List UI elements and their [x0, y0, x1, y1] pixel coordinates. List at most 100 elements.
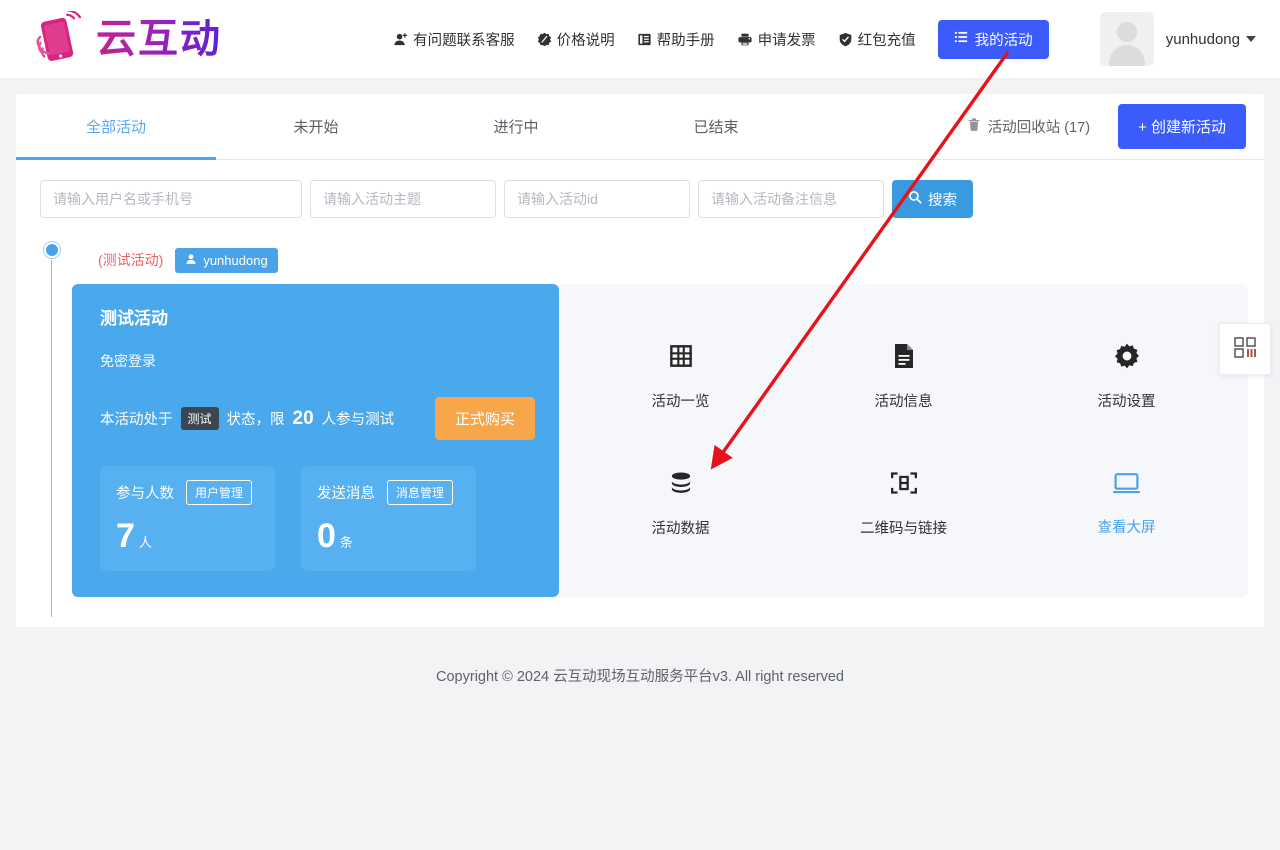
document-icon — [892, 343, 916, 374]
activity-body: 测试活动 免密登录 本活动处于 测试 状态，限 20 人参与测试 正式购买 参与… — [72, 284, 1248, 597]
limit-count: 20 — [292, 407, 314, 429]
stat-number: 0 — [317, 517, 336, 555]
owner-badge[interactable]: yunhudong — [175, 247, 278, 273]
action-label: 二维码与链接 — [860, 520, 947, 537]
action-activity-settings[interactable]: 活动设置 — [1098, 343, 1156, 411]
status-mid: 状态，限 — [226, 412, 285, 428]
activity-subtitle: 免密登录 — [100, 353, 156, 369]
search-row: 搜索 — [16, 160, 1264, 232]
stat-unit: 条 — [339, 535, 353, 550]
activity-status-row: 本活动处于 测试 状态，限 20 人参与测试 正式购买 — [100, 397, 535, 440]
nav-item-apply-invoice[interactable]: 申请发票 — [737, 29, 816, 50]
user-management-button[interactable]: 用户管理 — [186, 480, 253, 505]
tabs-row: 全部活动 未开始 进行中 已结束 活动回收站 (17) + 创建新活动 — [16, 94, 1264, 160]
activity-panel: 全部活动 未开始 进行中 已结束 活动回收站 (17) + 创建新活动 请输入用… — [16, 94, 1264, 627]
brand-logo[interactable]: 云互动 — [28, 9, 328, 67]
recycle-bin-link[interactable]: 活动回收站 (17) — [967, 116, 1090, 137]
my-activity-button[interactable]: 我的活动 — [937, 19, 1049, 59]
gear-icon — [1114, 343, 1140, 374]
search-button[interactable]: 搜索 — [892, 180, 973, 218]
printer-icon — [737, 32, 753, 47]
price-tag-icon — [537, 32, 552, 47]
avatar-head — [1116, 22, 1137, 42]
activity-header: (测试活动) yunhudong — [40, 242, 1248, 278]
action-label: 查看大屏 — [1097, 519, 1156, 536]
action-activity-info[interactable]: 活动信息 — [875, 343, 933, 411]
status-suffix: 人参与测试 — [321, 412, 395, 428]
nav-item-redpacket-recharge[interactable]: 红包充值 — [838, 29, 916, 50]
activity-stats: 参与人数 用户管理 7 人 发送消息 消息管理 0 条 — [100, 466, 535, 571]
copyright-text: Copyright © 2024 云互动现场互动服务平台v3. All righ… — [436, 669, 844, 685]
tab-label: 进行中 — [493, 119, 539, 136]
activity-actions: 活动一览 活动信息 活动设置 活动数据 二维码与链接 查看大屏 — [559, 284, 1248, 597]
search-button-label: 搜索 — [928, 192, 957, 209]
search-icon — [908, 190, 922, 208]
qr-scan-icon — [890, 470, 918, 501]
footer: Copyright © 2024 云互动现场互动服务平台v3. All righ… — [16, 627, 1264, 686]
user-icon — [185, 253, 197, 268]
nav-label: 帮助手册 — [656, 32, 715, 49]
buy-button[interactable]: 正式购买 — [434, 397, 535, 440]
stat-top: 发送消息 消息管理 — [317, 480, 460, 505]
stat-top: 参与人数 用户管理 — [116, 480, 259, 505]
action-label: 活动数据 — [651, 520, 710, 537]
app-root: 云互动 有问题联系客服 价格说明 帮助手册 申请发票 红包充值 我的活动 yun… — [0, 0, 1280, 850]
create-activity-button[interactable]: + 创建新活动 — [1118, 104, 1246, 149]
tab-not-started[interactable]: 未开始 — [216, 94, 416, 159]
nav-item-help-manual[interactable]: 帮助手册 — [637, 29, 715, 50]
database-icon — [668, 470, 694, 501]
user-area[interactable]: yunhudong — [1099, 12, 1256, 66]
trash-icon — [967, 117, 981, 136]
stat-messages: 发送消息 消息管理 0 条 — [301, 466, 476, 571]
search-input-theme[interactable] — [310, 180, 496, 218]
stat-value-row: 0 条 — [317, 519, 460, 553]
message-management-button[interactable]: 消息管理 — [387, 480, 454, 505]
search-input-username[interactable] — [40, 180, 302, 218]
status-prefix: 本活动处于 — [100, 412, 173, 428]
tab-all-activities[interactable]: 全部活动 — [16, 94, 216, 160]
avatar-body — [1108, 45, 1145, 66]
user-plus-icon — [393, 32, 408, 47]
activity-card: 测试活动 免密登录 本活动处于 测试 状态，限 20 人参与测试 正式购买 参与… — [72, 284, 559, 597]
recycle-bin-label: 活动回收站 (17) — [987, 120, 1091, 136]
shield-check-icon — [838, 32, 853, 47]
stat-unit: 人 — [138, 535, 152, 550]
nav-label: 红包充值 — [857, 32, 916, 49]
brand-name: 云互动 — [96, 16, 222, 62]
nav-item-contact-support[interactable]: 有问题联系客服 — [393, 29, 515, 50]
timeline-line — [51, 260, 52, 617]
app-header: 云互动 有问题联系客服 价格说明 帮助手册 申请发票 红包充值 我的活动 yun… — [0, 0, 1280, 78]
phone-hand-icon — [28, 9, 90, 67]
nav-item-price-info[interactable]: 价格说明 — [537, 29, 615, 50]
tabs-right-actions: 活动回收站 (17) + 创建新活动 — [967, 104, 1248, 149]
stat-value-row: 7 人 — [116, 519, 259, 553]
stat-number: 7 — [116, 517, 135, 555]
header-nav: 有问题联系客服 价格说明 帮助手册 申请发票 红包充值 我的活动 — [368, 19, 1074, 59]
status-chip: 测试 — [180, 407, 219, 430]
user-menu[interactable]: yunhudong — [1166, 31, 1256, 48]
activity-status-text: 本活动处于 测试 状态，限 20 人参与测试 — [100, 407, 394, 430]
activity-timeline: (测试活动) yunhudong 测试活动 免密登录 本活动处于 测试 状态，限… — [16, 232, 1264, 617]
search-input-remark[interactable] — [698, 180, 884, 218]
tab-finished[interactable]: 已结束 — [616, 94, 816, 159]
action-activity-data[interactable]: 活动数据 — [652, 470, 710, 538]
search-input-activity-id[interactable] — [504, 180, 690, 218]
owner-name: yunhudong — [203, 252, 268, 268]
action-activity-overview[interactable]: 活动一览 — [652, 343, 710, 411]
qrcode-float-button[interactable] — [1219, 323, 1271, 375]
tab-label: 未开始 — [293, 119, 339, 136]
test-activity-tag: (测试活动) — [98, 252, 164, 268]
action-view-bigscreen[interactable]: 查看大屏 — [1098, 471, 1156, 537]
activity-title: 测试活动 — [100, 309, 168, 328]
action-qrcode-and-link[interactable]: 二维码与链接 — [860, 470, 947, 538]
qrcode-icon — [1232, 334, 1258, 365]
action-label: 活动设置 — [1097, 394, 1156, 411]
action-label: 活动信息 — [874, 394, 933, 411]
timeline-dot — [44, 242, 60, 258]
stat-label: 参与人数 — [116, 486, 174, 502]
avatar[interactable] — [1099, 12, 1154, 66]
monitor-icon — [1112, 471, 1141, 500]
tab-ongoing[interactable]: 进行中 — [416, 94, 616, 159]
tabs: 全部活动 未开始 进行中 已结束 — [16, 94, 816, 160]
nav-label: 价格说明 — [556, 32, 615, 49]
